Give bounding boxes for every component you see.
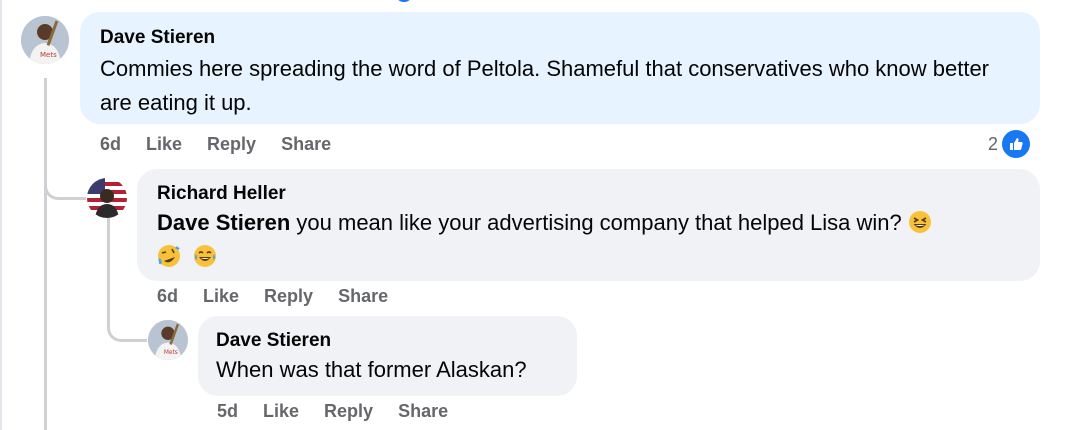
comment-text: When was that former Alaskan? bbox=[216, 357, 527, 382]
avatar[interactable] bbox=[87, 178, 127, 218]
share-button[interactable]: Share bbox=[338, 286, 388, 307]
baseball-player-avatar-icon: Mets bbox=[148, 320, 188, 360]
comment-text: Dave Stieren you mean like your advertis… bbox=[157, 206, 1020, 274]
reaction-summary[interactable]: 2 bbox=[988, 128, 1033, 160]
comment-author[interactable]: Dave Stieren bbox=[100, 26, 1020, 50]
reply-button[interactable]: Reply bbox=[264, 286, 313, 307]
baseball-player-avatar-icon: Mets bbox=[21, 16, 69, 64]
notification-dot bbox=[395, 0, 413, 2]
reaction-count: 2 bbox=[988, 133, 999, 154]
comment-timestamp[interactable]: 6d bbox=[157, 286, 178, 307]
comment-bubble: Dave Stieren When was that former Alaska… bbox=[198, 316, 577, 396]
mention-link[interactable]: Dave Stieren bbox=[157, 210, 290, 235]
flag-portrait-avatar-icon bbox=[87, 178, 127, 218]
comment-actions: 6d Like Reply Share bbox=[157, 286, 388, 307]
rolling-laughing-face-icon bbox=[158, 245, 180, 267]
share-button[interactable]: Share bbox=[281, 134, 331, 155]
like-button[interactable]: Like bbox=[263, 401, 299, 422]
comment-author[interactable]: Dave Stieren bbox=[216, 329, 559, 353]
comment-timestamp[interactable]: 6d bbox=[100, 134, 121, 155]
thread-connector bbox=[44, 178, 86, 200]
comment-body: you mean like your advertising company t… bbox=[290, 210, 902, 235]
svg-text:Mets: Mets bbox=[40, 51, 57, 59]
tears-of-joy-face-icon bbox=[194, 245, 217, 267]
thread-connector bbox=[107, 306, 147, 342]
comment-bubble: Dave Stieren Commies here spreading the … bbox=[80, 12, 1040, 124]
comment-text: Commies here spreading the word of Pelto… bbox=[100, 56, 990, 115]
reply-button[interactable]: Reply bbox=[324, 401, 373, 422]
share-button[interactable]: Share bbox=[398, 401, 448, 422]
comment-actions: 5d Like Reply Share bbox=[217, 401, 448, 422]
grinning-squinting-face-icon bbox=[908, 211, 931, 233]
reply-button[interactable]: Reply bbox=[207, 134, 256, 155]
comment-timestamp[interactable]: 5d bbox=[217, 401, 238, 422]
thread-line bbox=[107, 218, 110, 313]
like-button[interactable]: Like bbox=[146, 134, 182, 155]
svg-text:Mets: Mets bbox=[164, 350, 178, 356]
avatar[interactable]: Mets bbox=[148, 320, 188, 360]
avatar[interactable]: Mets bbox=[21, 16, 69, 64]
like-icon bbox=[1000, 128, 1033, 160]
comment-author[interactable]: Richard Heller bbox=[157, 182, 1020, 206]
scroll-edge bbox=[0, 0, 2, 430]
comment-bubble: Richard Heller Dave Stieren you mean lik… bbox=[137, 169, 1040, 281]
like-button[interactable]: Like bbox=[203, 286, 239, 307]
thread-line bbox=[44, 78, 47, 430]
comment-actions: 6d Like Reply Share bbox=[100, 134, 331, 155]
